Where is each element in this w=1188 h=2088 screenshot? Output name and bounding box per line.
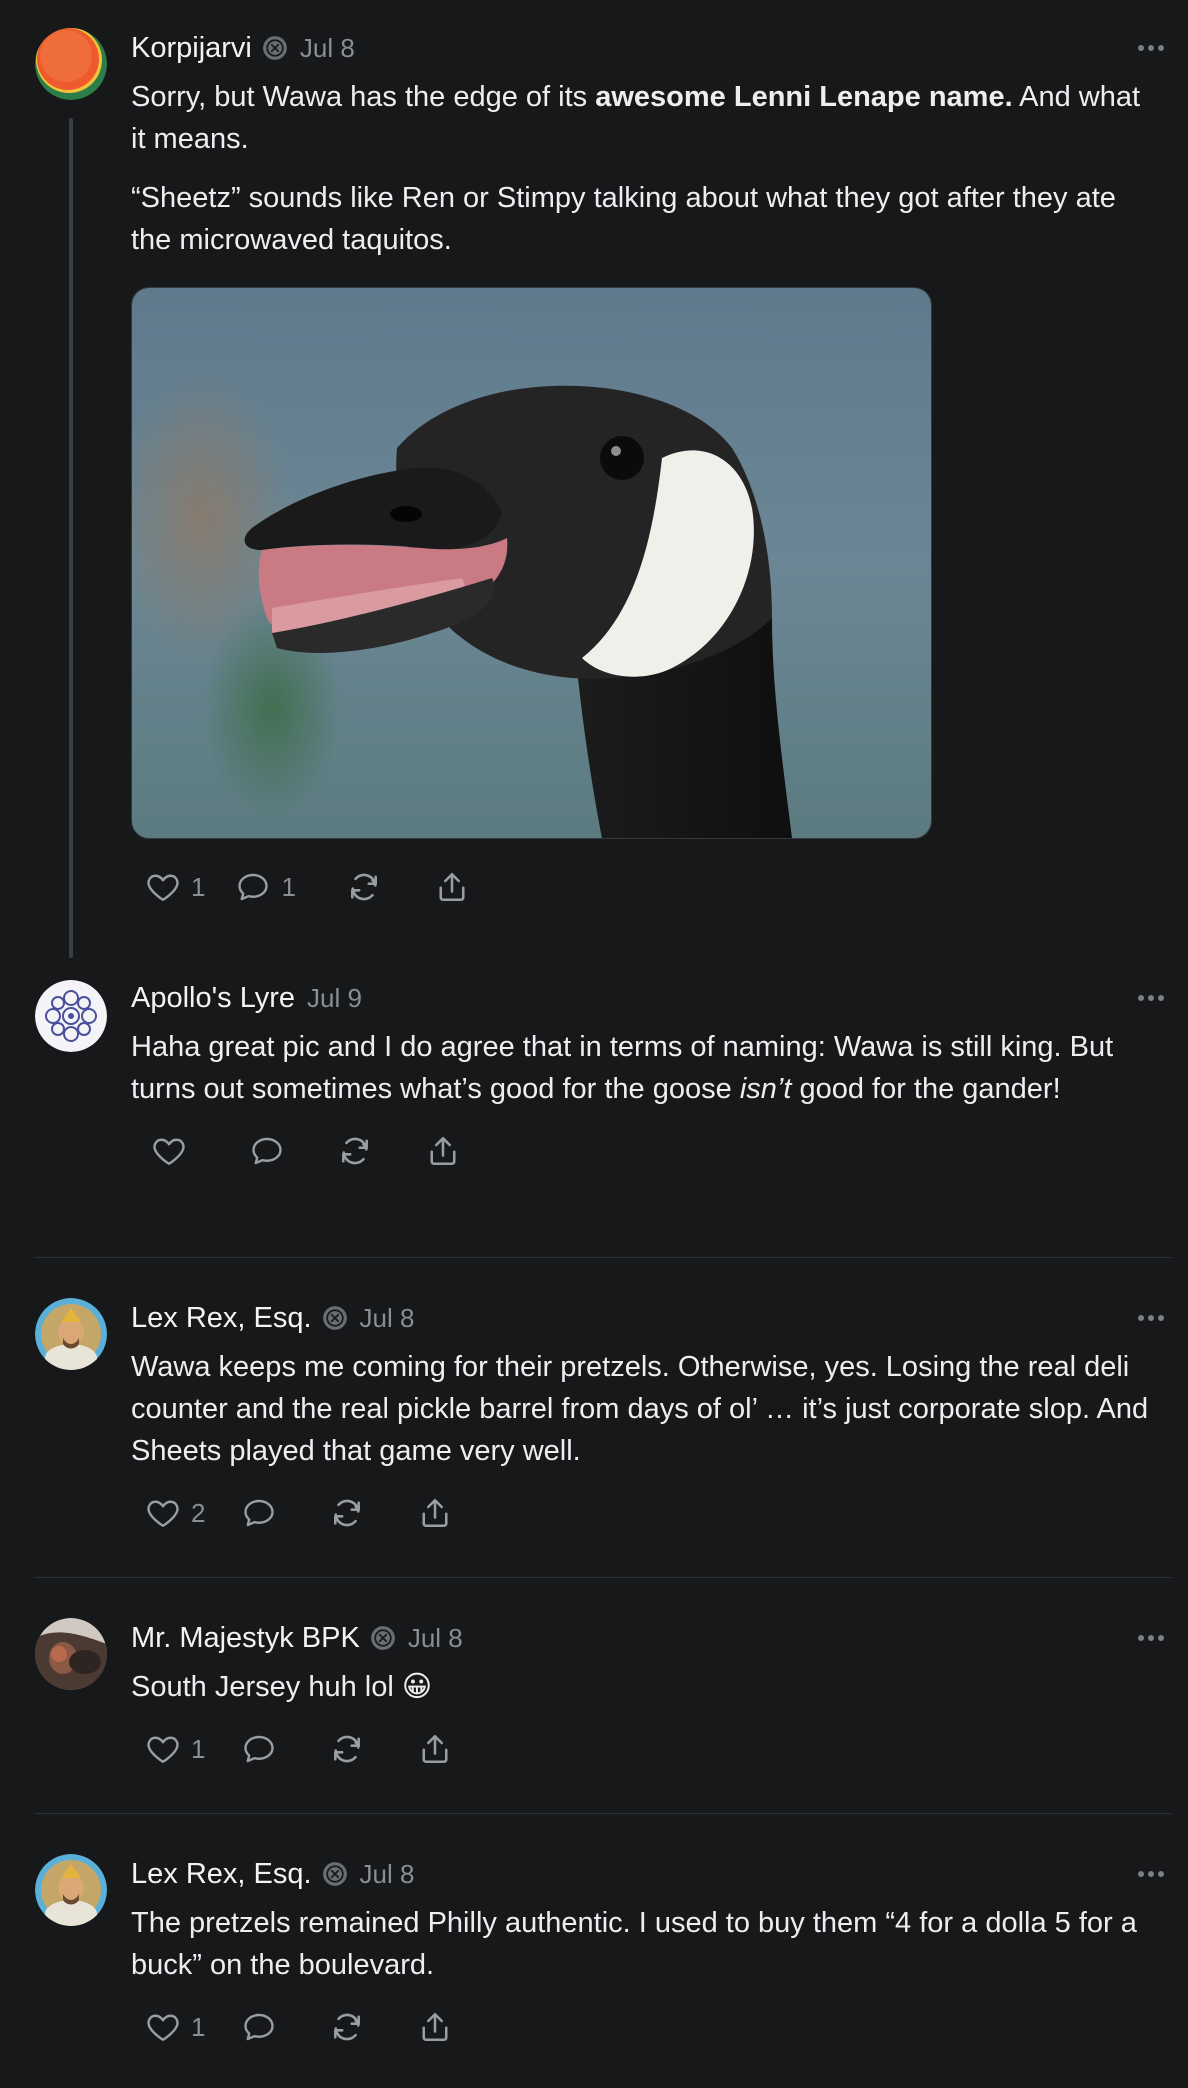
- post-text: Haha great pic and I do agree that in te…: [131, 1031, 1114, 1105]
- repost-icon: [329, 1495, 365, 1531]
- post-actions: 1: [145, 2002, 1158, 2052]
- repost-button[interactable]: [346, 869, 382, 905]
- post-actions: 1: [145, 1724, 1158, 1774]
- avatar[interactable]: [35, 1298, 107, 1370]
- heart-icon: [145, 869, 181, 905]
- post-apollos-lyre: Apollo's Lyre Jul 9 Haha great pic and I…: [0, 978, 1188, 1176]
- share-icon: [434, 869, 470, 905]
- divider: [35, 1577, 1171, 1578]
- post-text: Sorry, but Wawa has the edge of its awes…: [131, 81, 1141, 155]
- post-date[interactable]: Jul 8: [360, 1859, 415, 1890]
- post-date[interactable]: Jul 8: [408, 1623, 463, 1654]
- avatar[interactable]: [35, 1618, 107, 1690]
- verified-badge-icon: [322, 1305, 348, 1331]
- repost-button[interactable]: [329, 1495, 365, 1531]
- heart-icon: [145, 1495, 181, 1531]
- share-icon: [417, 1731, 453, 1767]
- verified-badge-icon: [322, 1861, 348, 1887]
- author-name[interactable]: Apollo's Lyre: [131, 982, 295, 1015]
- post-date[interactable]: Jul 8: [360, 1303, 415, 1334]
- more-options-icon[interactable]: [1138, 1618, 1164, 1658]
- post-date[interactable]: Jul 9: [307, 983, 362, 1014]
- post-date[interactable]: Jul 8: [300, 33, 355, 64]
- more-options-icon[interactable]: [1138, 28, 1164, 68]
- post-text: Wawa keeps me coming for their pretzels.…: [131, 1351, 1149, 1467]
- author-name[interactable]: Lex Rex, Esq.: [131, 1302, 312, 1335]
- post-text: The pretzels remained Philly authentic. …: [131, 1907, 1137, 1981]
- author-name[interactable]: Mr. Majestyk BPK: [131, 1622, 360, 1655]
- reply-button[interactable]: 1: [235, 869, 296, 905]
- like-count: 1: [191, 1733, 206, 1764]
- like-button[interactable]: 1: [145, 1731, 205, 1767]
- like-count: 1: [191, 2011, 206, 2042]
- share-icon: [417, 2009, 453, 2045]
- like-button[interactable]: 1: [145, 2009, 205, 2045]
- share-button[interactable]: [425, 1133, 461, 1169]
- comment-icon: [241, 2009, 277, 2045]
- heart-icon: [151, 1133, 187, 1169]
- more-options-icon[interactable]: [1138, 1854, 1164, 1894]
- post-lex-rex-2: Lex Rex, Esq. Jul 8 The pretzels remaine…: [0, 1854, 1188, 2052]
- verified-badge-icon: [262, 35, 288, 61]
- like-count: 2: [191, 1497, 206, 1528]
- post-actions: [151, 1126, 1158, 1176]
- avatar[interactable]: [35, 28, 107, 100]
- share-button[interactable]: [434, 869, 470, 905]
- divider: [35, 1257, 1171, 1258]
- post-text: “Sheetz” sounds like Ren or Stimpy talki…: [131, 182, 1116, 256]
- share-button[interactable]: [417, 1495, 453, 1531]
- avatar[interactable]: [35, 1854, 107, 1926]
- author-name[interactable]: Korpijarvi: [131, 32, 252, 65]
- avatar[interactable]: [35, 980, 107, 1052]
- repost-icon: [337, 1133, 373, 1169]
- reply-count: 1: [281, 871, 296, 902]
- heart-icon: [145, 2009, 181, 2045]
- post-text: South Jersey huh lol 😀: [131, 1671, 433, 1703]
- comment-icon: [241, 1731, 277, 1767]
- author-name[interactable]: Lex Rex, Esq.: [131, 1858, 312, 1891]
- share-button[interactable]: [417, 2009, 453, 2045]
- post-actions: 2: [145, 1488, 1158, 1538]
- comment-icon: [235, 869, 271, 905]
- reply-button[interactable]: [241, 1495, 277, 1531]
- repost-icon: [329, 2009, 365, 2045]
- more-options-icon[interactable]: [1138, 1298, 1164, 1338]
- share-button[interactable]: [417, 1731, 453, 1767]
- like-button[interactable]: [151, 1133, 197, 1169]
- post-lex-rex-1: Lex Rex, Esq. Jul 8 Wawa keeps me coming…: [0, 1298, 1188, 1538]
- like-count: 1: [191, 871, 206, 902]
- repost-button[interactable]: [329, 1731, 365, 1767]
- comment-icon: [241, 1495, 277, 1531]
- repost-button[interactable]: [337, 1133, 373, 1169]
- reply-button[interactable]: [249, 1133, 285, 1169]
- repost-button[interactable]: [329, 2009, 365, 2045]
- verified-badge-icon: [370, 1625, 396, 1651]
- repost-icon: [329, 1731, 365, 1767]
- divider: [35, 1813, 1171, 1814]
- repost-icon: [346, 869, 382, 905]
- like-button[interactable]: 1: [145, 869, 205, 905]
- reply-button[interactable]: [241, 2009, 277, 2045]
- comment-icon: [249, 1133, 285, 1169]
- heart-icon: [145, 1731, 181, 1767]
- share-icon: [417, 1495, 453, 1531]
- share-icon: [425, 1133, 461, 1169]
- post-mr-majestyk: Mr. Majestyk BPK Jul 8 South Jersey huh …: [0, 1618, 1188, 1774]
- like-button[interactable]: 2: [145, 1495, 205, 1531]
- reply-button[interactable]: [241, 1731, 277, 1767]
- more-options-icon[interactable]: [1138, 978, 1164, 1018]
- photo-canada-goose[interactable]: [131, 287, 932, 839]
- post-actions: 1 1: [145, 862, 1158, 912]
- post-korpijarvi: Korpijarvi Jul 8 Sorry, but Wawa has the…: [0, 28, 1188, 912]
